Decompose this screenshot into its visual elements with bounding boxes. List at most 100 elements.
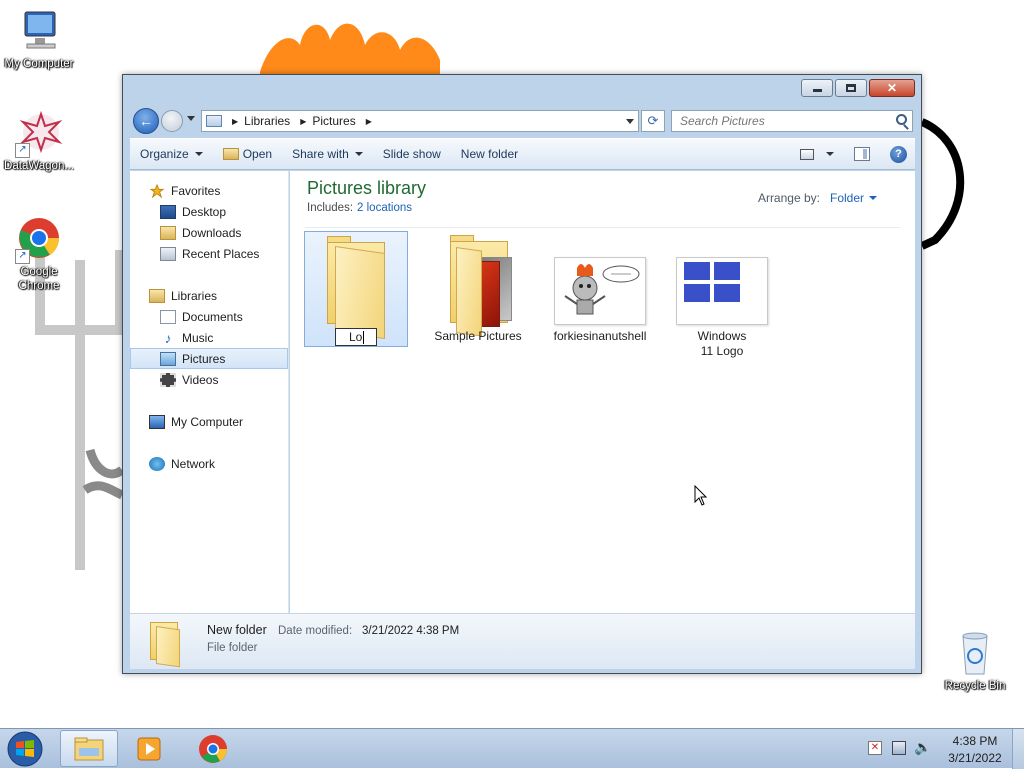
nav-libraries[interactable]: Libraries xyxy=(130,285,288,306)
nav-recent-places[interactable]: Recent Places xyxy=(130,243,288,264)
item-label: Windows 11 Logo xyxy=(697,329,747,358)
nav-pictures[interactable]: Pictures xyxy=(130,348,288,369)
maximize-button[interactable] xyxy=(835,79,867,97)
nav-network[interactable]: Network xyxy=(130,453,288,474)
arrange-by: Arrange by: Folder xyxy=(758,191,877,205)
film-strip-icon xyxy=(160,372,176,387)
volume-icon[interactable]: 🔈 xyxy=(914,739,931,756)
breadcrumb-arrow-icon[interactable]: ▶ xyxy=(366,117,372,126)
folder-item-sample-pictures[interactable]: Sample Pictures xyxy=(426,231,530,347)
shortcut-arrow-icon: ↗ xyxy=(15,249,30,264)
nav-downloads[interactable]: Downloads xyxy=(130,222,288,243)
desktop-icon-recycle-bin[interactable]: Recycle Bin xyxy=(936,630,1014,693)
new-folder-button[interactable]: New folder xyxy=(451,142,528,166)
breadcrumb-pictures[interactable]: Pictures xyxy=(312,114,355,128)
slide-show-label: Slide show xyxy=(382,147,441,161)
desktop-icon-datawagon[interactable]: ↗ DataWagon... xyxy=(0,110,78,173)
slide-show-button[interactable]: Slide show xyxy=(373,142,451,166)
breadcrumb-libraries[interactable]: Libraries xyxy=(244,114,290,128)
nav-my-computer[interactable]: My Computer xyxy=(130,411,288,432)
recent-pages-dropdown[interactable] xyxy=(187,116,195,121)
clock-date[interactable]: 3/21/2022 xyxy=(944,751,1006,765)
chevron-down-icon xyxy=(354,152,363,156)
image-item-windows-11-logo[interactable]: Windows 11 Logo xyxy=(670,231,774,358)
change-view-icon[interactable] xyxy=(800,148,814,160)
search-box[interactable] xyxy=(671,110,913,132)
taskbar-media-player[interactable] xyxy=(120,730,178,767)
close-button[interactable]: ✕ xyxy=(869,79,915,97)
item-label: Sample Pictures xyxy=(434,329,522,343)
nav-documents[interactable]: Documents xyxy=(130,306,288,327)
preview-pane-icon[interactable] xyxy=(854,147,870,161)
new-folder-item[interactable]: Lo xyxy=(304,231,408,347)
chrome-icon: ↗ xyxy=(15,216,63,264)
desktop: My Computer ↗ DataWagon... ↗ Google Chro… xyxy=(0,0,1024,728)
minimize-button[interactable] xyxy=(801,79,833,97)
image-thumbnail xyxy=(554,257,646,325)
taskbar-chrome[interactable] xyxy=(184,730,242,767)
nav-favorites[interactable]: Favorites xyxy=(130,180,288,201)
clock-time[interactable]: 4:38 PM xyxy=(946,734,1004,748)
desktop-icon-my-computer[interactable]: My Computer xyxy=(0,8,78,71)
search-icon[interactable] xyxy=(896,114,907,125)
view-options-dropdown-icon[interactable] xyxy=(826,152,834,156)
taskbar: ✕ 🔈 4:38 PM 3/21/2022 xyxy=(0,728,1024,769)
share-with-menu[interactable]: Share with xyxy=(282,142,373,166)
nav-label: Downloads xyxy=(182,225,242,240)
breadcrumb-arrow-icon[interactable]: ▶ xyxy=(232,117,238,126)
windows-start-icon xyxy=(7,731,43,767)
date-modified-value: 3/21/2022 4:38 PM xyxy=(362,625,460,637)
arrange-dropdown[interactable]: Folder xyxy=(830,191,864,205)
nav-label: Documents xyxy=(182,309,243,324)
includes-label: Includes: xyxy=(307,202,354,214)
back-button[interactable]: ← xyxy=(133,108,159,134)
library-icon xyxy=(206,115,222,127)
chrome-icon xyxy=(199,734,227,763)
rename-field[interactable]: Lo xyxy=(335,328,377,346)
address-dropdown-icon[interactable] xyxy=(626,119,634,124)
help-icon[interactable]: ? xyxy=(890,145,907,163)
arrange-label: Arrange by: xyxy=(757,191,820,205)
forward-button[interactable] xyxy=(161,110,183,132)
address-bar[interactable]: ▶ Libraries ▶ Pictures ▶ xyxy=(201,110,639,132)
start-button[interactable] xyxy=(4,731,46,767)
date-modified-label: Date modified: xyxy=(278,625,353,637)
shortcut-arrow-icon: ↗ xyxy=(15,143,30,158)
show-desktop-button[interactable] xyxy=(1012,729,1024,769)
chevron-down-icon[interactable] xyxy=(869,196,877,200)
nav-videos[interactable]: Videos xyxy=(130,369,288,390)
explorer-folder-icon xyxy=(74,737,104,760)
caption-buttons: ✕ xyxy=(801,79,915,97)
refresh-button[interactable]: ⟳ xyxy=(641,110,665,132)
folder-with-pictures-icon xyxy=(448,235,512,337)
refresh-icon: ⟳ xyxy=(647,113,659,128)
search-input[interactable] xyxy=(672,111,882,131)
navigation-pane: Favorites Desktop Downloads Recent Place… xyxy=(130,171,289,613)
nav-music[interactable]: ♪ Music xyxy=(130,327,288,348)
organize-label: Organize xyxy=(140,147,189,161)
desktop-icon-google-chrome[interactable]: ↗ Google Chrome xyxy=(0,216,78,293)
command-bar: Organize Open Share with Slide show New … xyxy=(130,138,915,170)
nav-label: Desktop xyxy=(182,204,227,219)
action-center-flag-icon[interactable]: ✕ xyxy=(868,741,882,755)
mouse-cursor-icon xyxy=(694,485,708,506)
nav-desktop[interactable]: Desktop xyxy=(130,201,288,222)
desktop-icon xyxy=(160,204,176,219)
details-pane: New folder Date modified: 3/21/2022 4:38… xyxy=(130,613,915,669)
datawagon-icon: ↗ xyxy=(15,110,63,158)
desktop-icon-label: Google Chrome xyxy=(18,266,60,292)
breadcrumb-arrow-icon[interactable]: ▶ xyxy=(300,117,306,126)
close-icon: ✕ xyxy=(886,81,898,95)
organize-menu[interactable]: Organize xyxy=(130,142,213,166)
network-status-icon[interactable] xyxy=(892,741,906,755)
locations-link[interactable]: 2 locations xyxy=(357,202,412,214)
folder-icon xyxy=(325,236,389,340)
taskbar-explorer[interactable] xyxy=(60,730,118,767)
pictures-icon xyxy=(160,351,176,366)
share-with-label: Share with xyxy=(292,147,349,161)
nav-label: Music xyxy=(182,330,214,345)
image-item-forkiesinanutshell[interactable]: forkiesinanutshell xyxy=(548,231,652,347)
folder-icon xyxy=(150,620,180,668)
open-button[interactable]: Open xyxy=(213,142,282,166)
system-tray: ✕ 🔈 4:38 PM 3/21/2022 xyxy=(866,729,1024,769)
